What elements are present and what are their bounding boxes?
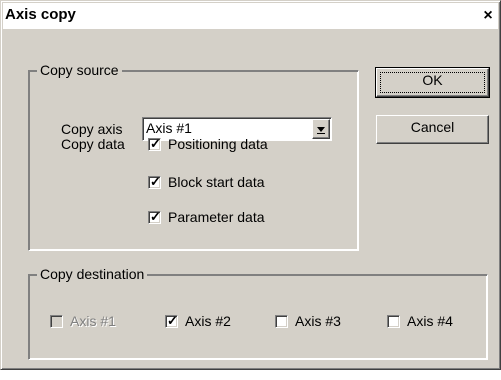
copy-data-label: Copy data <box>61 136 125 152</box>
cancel-button[interactable]: Cancel <box>376 115 489 144</box>
parameter-data-label: Parameter data <box>168 209 265 225</box>
close-button[interactable]: × <box>480 6 496 26</box>
title-bar: Axis copy × <box>3 3 498 29</box>
destination-axis-4-label: Axis #4 <box>407 313 453 329</box>
destination-axis-1-checkbox <box>50 314 63 328</box>
ok-button-label: OK <box>422 72 443 88</box>
dropdown-arrow-icon[interactable] <box>312 119 330 139</box>
block-start-data-option[interactable]: ✓ Block start data <box>148 173 265 191</box>
block-start-data-checkbox[interactable]: ✓ <box>148 173 161 189</box>
positioning-data-checkbox[interactable]: ✓ <box>148 135 161 151</box>
copy-destination-legend: Copy destination <box>37 265 148 283</box>
destination-axis-3-option[interactable]: Axis #3 <box>275 312 341 330</box>
check-icon: ✓ <box>150 135 161 151</box>
copy-axis-value: Axis #1 <box>146 120 192 136</box>
destination-axis-3-label: Axis #3 <box>295 313 341 329</box>
positioning-data-label: Positioning data <box>168 136 268 152</box>
destination-axis-4-checkbox[interactable] <box>387 314 400 328</box>
axis-copy-dialog: Axis copy × Copy source Copy axis Axis #… <box>0 0 501 370</box>
destination-axis-2-label: Axis #2 <box>185 313 231 329</box>
copy-source-legend: Copy source <box>37 61 122 79</box>
destination-axis-3-checkbox[interactable] <box>275 314 288 328</box>
destination-axis-2-option[interactable]: ✓ Axis #2 <box>165 312 231 330</box>
cancel-button-label: Cancel <box>410 119 455 135</box>
parameter-data-option[interactable]: ✓ Parameter data <box>148 208 265 226</box>
positioning-data-option[interactable]: ✓ Positioning data <box>148 135 268 153</box>
block-start-data-label: Block start data <box>168 174 265 190</box>
destination-axis-1-option: Axis #1 <box>50 312 116 330</box>
check-icon: ✓ <box>150 173 161 189</box>
check-icon: ✓ <box>167 312 178 328</box>
destination-axis-1-label: Axis #1 <box>70 313 116 329</box>
dialog-title: Axis copy <box>5 6 76 23</box>
check-icon: ✓ <box>150 208 161 224</box>
ok-button[interactable]: OK <box>375 67 490 98</box>
destination-axis-4-option[interactable]: Axis #4 <box>387 312 453 330</box>
destination-axis-2-checkbox[interactable]: ✓ <box>165 312 178 328</box>
parameter-data-checkbox[interactable]: ✓ <box>148 208 161 224</box>
